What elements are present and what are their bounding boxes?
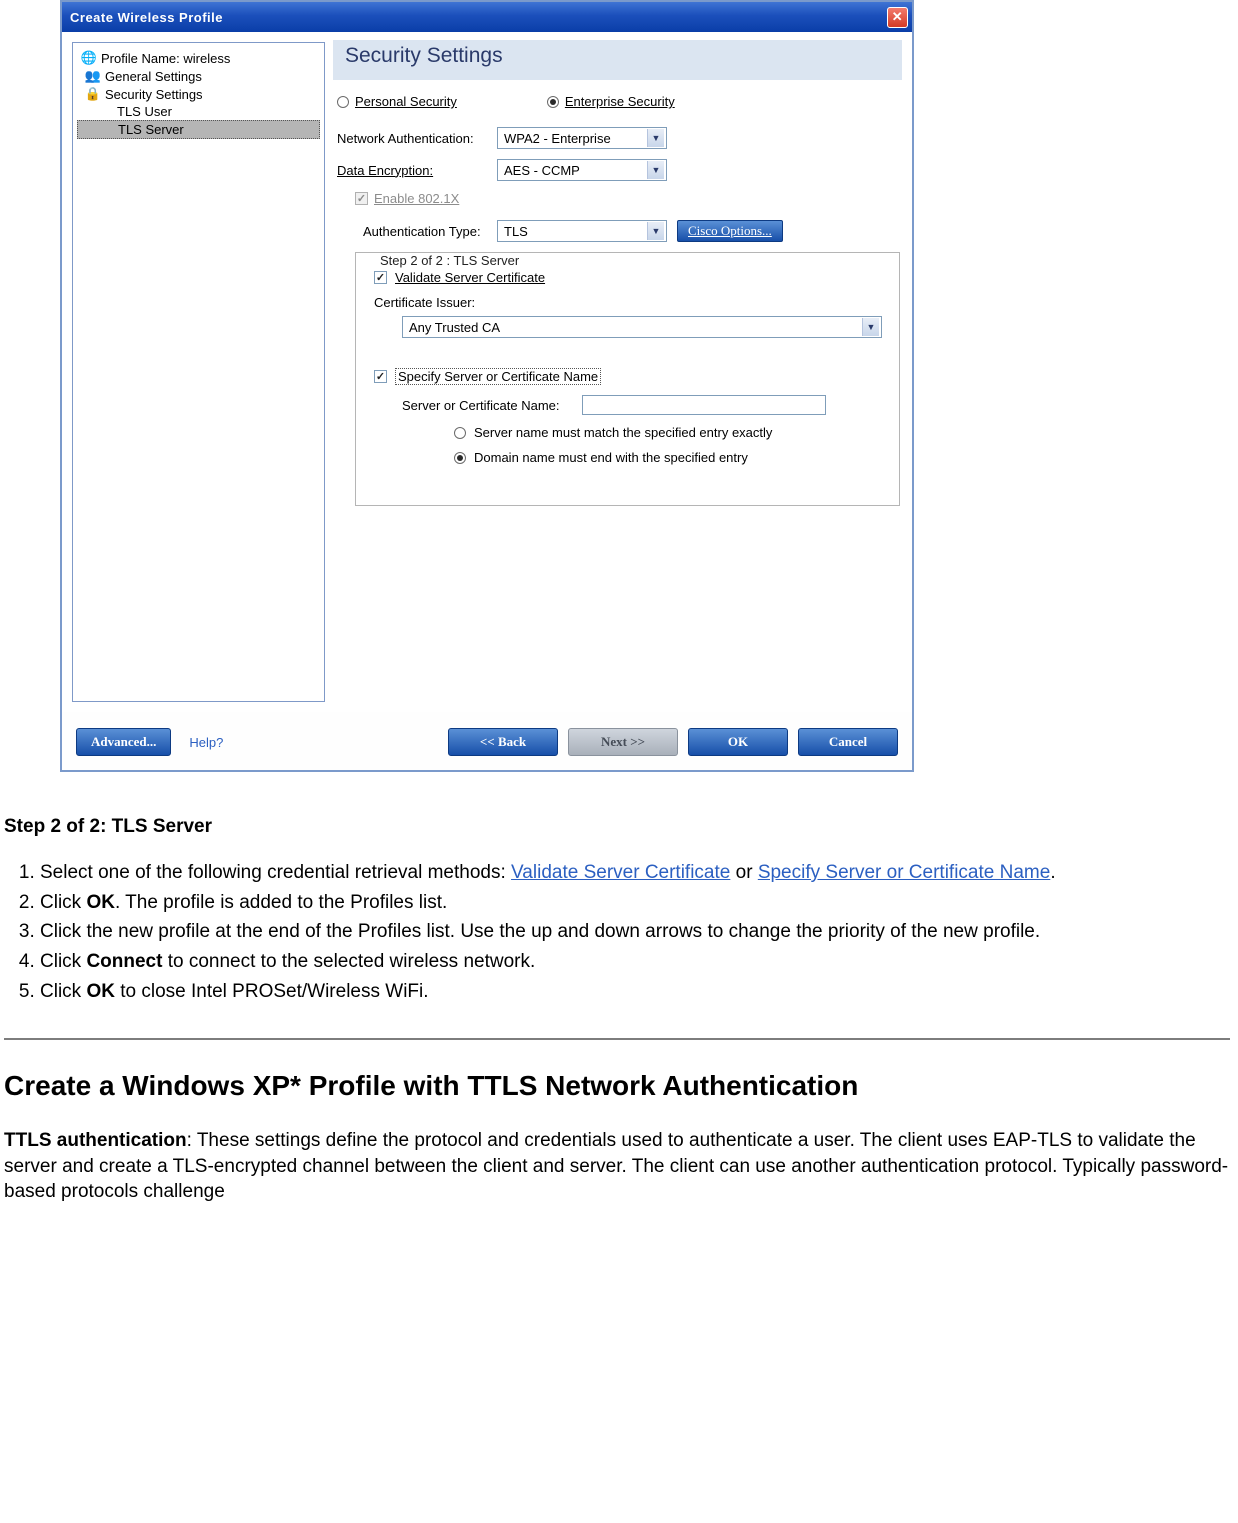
data-encryption-select[interactable]: AES - CCMP ▼ [497,159,667,181]
list-item: Click Connect to connect to the selected… [40,949,1230,975]
paragraph: TTLS authentication: These settings defi… [4,1128,1230,1205]
radio-personal-security[interactable]: Personal Security [337,94,457,109]
network-auth-label: Network Authentication: [337,131,497,146]
dialog-button-bar: Advanced... Help? << Back Next >> OK Can… [62,712,912,770]
chevron-down-icon: ▼ [647,129,664,147]
step-list: Select one of the following credential r… [40,860,1230,1004]
step-heading: Step 2 of 2: TLS Server [4,816,1230,838]
wireless-profile-dialog: Create Wireless Profile ✕ 🌐 Profile Name… [60,0,914,772]
radio-icon[interactable] [454,452,466,464]
radio-label: Personal Security [355,94,457,109]
chevron-down-icon: ▼ [862,318,879,336]
list-item: Click the new profile at the end of the … [40,919,1230,945]
enable-8021x-checkbox: ✓ [355,192,368,205]
tree-tls-user[interactable]: TLS User [77,103,320,120]
lock-icon: 🔒 [85,86,101,102]
tree-item-label: TLS User [117,104,172,119]
radio-icon[interactable] [454,427,466,439]
chevron-down-icon: ▼ [647,222,664,240]
cancel-button[interactable]: Cancel [798,728,898,756]
radio-label: Enterprise Security [565,94,675,109]
ok-button[interactable]: OK [688,728,788,756]
server-cert-name-input[interactable] [582,395,826,415]
settings-pane: Security Settings Personal Security Ente… [329,32,912,712]
document-content: Step 2 of 2: TLS Server Select one of th… [0,772,1238,1205]
nav-tree[interactable]: 🌐 Profile Name: wireless 👥 General Setti… [72,42,325,702]
list-item: Click OK. The profile is added to the Pr… [40,890,1230,916]
auth-type-label: Authentication Type: [337,224,497,239]
page-title: Security Settings [333,40,902,80]
chevron-down-icon: ▼ [647,161,664,179]
specify-server-name-link[interactable]: Specify Server or Certificate Name [758,862,1051,883]
radio-enterprise-security[interactable]: Enterprise Security [547,94,675,109]
help-link[interactable]: Help? [189,735,223,750]
radio-match-exact-label: Server name must match the specified ent… [474,425,772,440]
radio-icon [337,96,349,108]
specify-server-label: Specify Server or Certificate Name [395,368,601,385]
tree-profile-name-value: wireless [183,51,230,66]
section-heading: Create a Windows XP* Profile with TTLS N… [4,1070,1230,1102]
data-encryption-label: Data Encryption: [337,163,497,178]
network-auth-select[interactable]: WPA2 - Enterprise ▼ [497,127,667,149]
cert-issuer-select[interactable]: Any Trusted CA ▼ [402,316,882,338]
select-value: TLS [504,224,528,239]
tree-profile-name[interactable]: 🌐 Profile Name: wireless [77,49,320,67]
window-title: Create Wireless Profile [70,10,223,25]
tree-tls-server[interactable]: TLS Server [77,120,320,139]
select-value: Any Trusted CA [409,320,500,335]
tree-profile-name-label: Profile Name: [101,51,180,66]
validate-server-cert-link[interactable]: Validate Server Certificate [511,862,730,883]
tree-item-label: Security Settings [105,87,203,102]
globe-icon: 🌐 [81,50,97,66]
list-item: Select one of the following credential r… [40,860,1230,886]
radio-domain-end-label: Domain name must end with the specified … [474,450,748,465]
enable-8021x-label: Enable 802.1X [374,191,459,206]
specify-server-checkbox[interactable]: ✓ [374,370,387,383]
list-item: Click OK to close Intel PROSet/Wireless … [40,979,1230,1005]
cert-issuer-label: Certificate Issuer: [374,295,885,310]
validate-server-label: Validate Server Certificate [395,270,545,285]
validate-server-checkbox[interactable]: ✓ [374,271,387,284]
select-value: WPA2 - Enterprise [504,131,611,146]
tls-server-fieldset: Step 2 of 2 : TLS Server ✓ Validate Serv… [355,252,900,506]
back-button[interactable]: << Back [448,728,558,756]
users-icon: 👥 [85,68,101,84]
fieldset-legend: Step 2 of 2 : TLS Server [374,253,525,268]
close-icon[interactable]: ✕ [887,7,908,28]
section-divider [4,1038,1230,1040]
cisco-options-button[interactable]: Cisco Options... [677,220,783,242]
advanced-button[interactable]: Advanced... [76,728,171,756]
tree-item-label: General Settings [105,69,202,84]
select-value: AES - CCMP [504,163,580,178]
radio-icon [547,96,559,108]
next-button: Next >> [568,728,678,756]
tree-security-settings[interactable]: 🔒 Security Settings [77,85,320,103]
tree-item-label: TLS Server [118,122,184,137]
auth-type-select[interactable]: TLS ▼ [497,220,667,242]
tree-general-settings[interactable]: 👥 General Settings [77,67,320,85]
titlebar[interactable]: Create Wireless Profile ✕ [62,2,912,32]
server-cert-name-label: Server or Certificate Name: [402,398,582,413]
